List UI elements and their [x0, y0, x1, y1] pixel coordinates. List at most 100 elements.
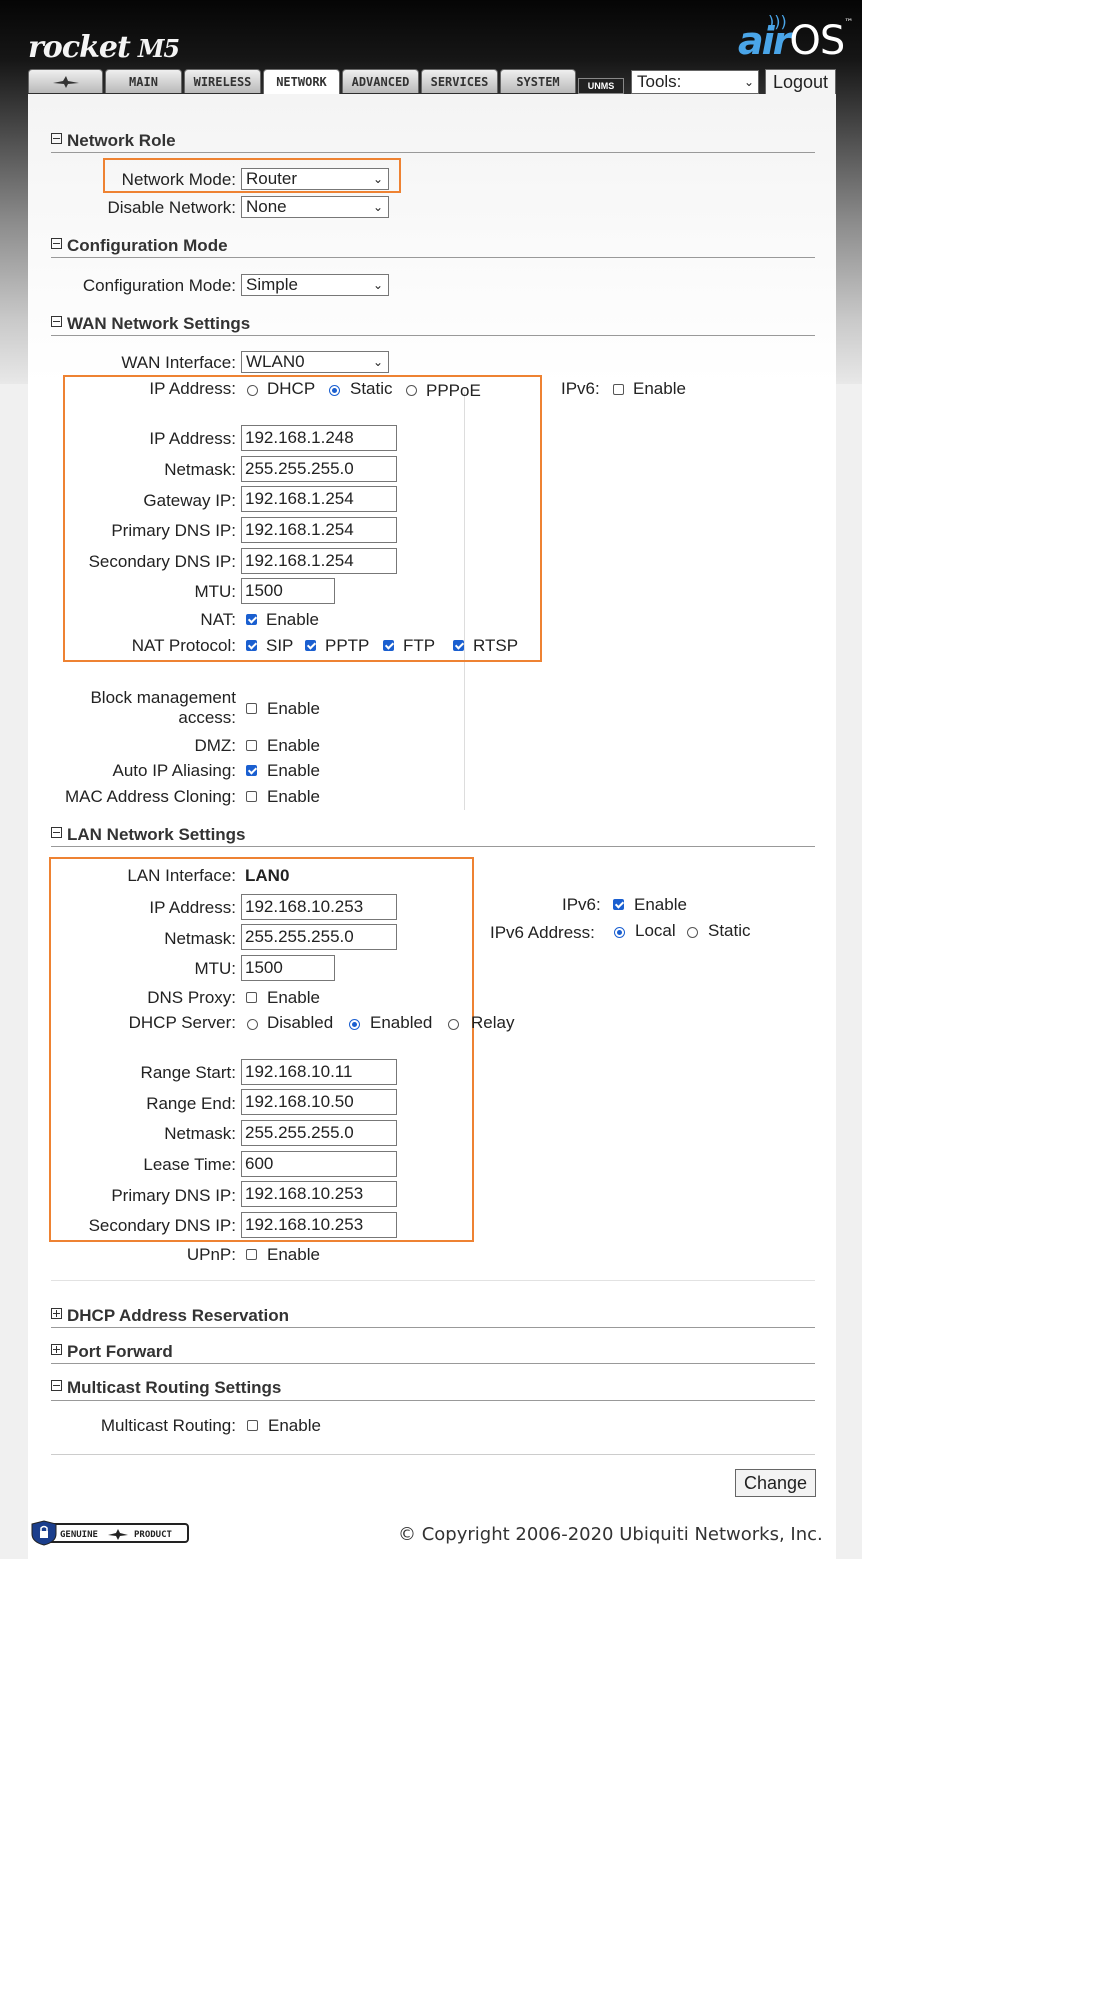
expand-icon	[51, 1344, 62, 1355]
dmz-enable-label: Enable	[267, 736, 320, 755]
multicast-routing-checkbox[interactable]	[247, 1420, 258, 1431]
dhcp-server-label: DHCP Server:	[128, 1013, 236, 1032]
ipv6-static-radio[interactable]	[687, 927, 698, 938]
dhcp-enabled-radio[interactable]	[349, 1019, 360, 1030]
airos-logo: ))) airOS™	[738, 12, 854, 64]
unms-badge[interactable]: UNMS	[578, 78, 624, 94]
section-title: Port Forward	[67, 1342, 173, 1361]
section-dhcp-reservation[interactable]: DHCP Address Reservation	[51, 1306, 289, 1326]
wan-ipv6-checkbox[interactable]	[613, 384, 624, 395]
section-port-forward[interactable]: Port Forward	[51, 1342, 173, 1362]
block-management-checkbox[interactable]	[246, 703, 257, 714]
lan-ipv6-checkbox[interactable]	[613, 899, 624, 910]
lan-dns1-label: Primary DNS IP:	[111, 1186, 236, 1205]
ipv6-local-radio[interactable]	[614, 927, 625, 938]
tools-select[interactable]: Tools: ⌄	[631, 70, 759, 94]
tab-main[interactable]: MAIN	[105, 69, 182, 93]
dhcp-enabled-label: Enabled	[370, 1013, 433, 1032]
upnp-enable-label: Enable	[267, 1245, 320, 1264]
divider	[51, 846, 815, 847]
highlight-network-mode	[103, 158, 401, 193]
disable-network-label: Disable Network:	[107, 198, 237, 217]
tab-network[interactable]: NETWORK	[263, 69, 340, 95]
lease-time-label: Lease Time:	[143, 1155, 236, 1174]
range-start-input[interactable]: 192.168.10.11	[241, 1059, 397, 1085]
select-value: WLAN0	[246, 352, 305, 371]
wifi-icon: )))	[768, 12, 787, 31]
tab-wireless[interactable]: WIRELESS	[184, 69, 261, 93]
divider	[51, 1400, 815, 1401]
lan-dns1-input[interactable]: 192.168.10.253	[241, 1181, 397, 1207]
dmz-checkbox[interactable]	[246, 740, 257, 751]
wan-ipv6-enable-label: Enable	[633, 379, 686, 398]
right-margin	[836, 384, 862, 1559]
select-value: None	[246, 197, 287, 216]
divider	[51, 257, 815, 258]
configuration-mode-label: Configuration Mode:	[82, 276, 236, 295]
dhcp-relay-label: Relay	[471, 1013, 515, 1032]
tab-system[interactable]: SYSTEM	[500, 69, 576, 93]
disable-network-select[interactable]: None ⌄	[241, 196, 389, 218]
divider	[51, 152, 815, 153]
dhcp-disabled-radio[interactable]	[247, 1019, 258, 1030]
lan-interface-value: LAN0	[245, 866, 290, 885]
logout-button[interactable]: Logout	[765, 69, 836, 95]
tab-ubiquiti-logo[interactable]	[28, 69, 103, 93]
tab-services[interactable]: SERVICES	[421, 69, 498, 93]
collapse-icon	[51, 316, 62, 327]
dhcp-relay-radio[interactable]	[448, 1019, 459, 1030]
collapse-icon	[51, 827, 62, 838]
section-title: WAN Network Settings	[67, 314, 251, 333]
badge-right-text: PRODUCT	[134, 1530, 173, 1540]
dhcp-netmask-input[interactable]: 255.255.255.0	[241, 1120, 397, 1146]
change-button[interactable]: Change	[735, 1469, 816, 1497]
section-title: Configuration Mode	[67, 236, 228, 255]
collapse-icon	[51, 238, 62, 249]
dns-proxy-checkbox[interactable]	[246, 992, 257, 1003]
mac-cloning-enable-label: Enable	[267, 787, 320, 806]
mac-cloning-checkbox[interactable]	[246, 791, 257, 802]
collapse-icon	[51, 133, 62, 144]
range-end-input[interactable]: 192.168.10.50	[241, 1089, 397, 1115]
lan-mtu-label: MTU:	[194, 959, 236, 978]
section-wan[interactable]: WAN Network Settings	[51, 314, 250, 334]
chevron-down-icon: ⌄	[372, 200, 383, 214]
main-tabs: MAIN WIRELESS NETWORK ADVANCED SERVICES …	[28, 69, 578, 95]
upnp-checkbox[interactable]	[246, 1249, 257, 1260]
wan-ipv6-label: IPv6:	[561, 379, 600, 398]
dns-proxy-enable-label: Enable	[267, 988, 320, 1007]
multicast-routing-enable-label: Enable	[268, 1416, 321, 1435]
section-configuration-mode[interactable]: Configuration Mode	[51, 236, 228, 256]
dhcp-disabled-label: Disabled	[267, 1013, 334, 1032]
expand-icon	[51, 1308, 62, 1319]
dns-proxy-label: DNS Proxy:	[147, 988, 236, 1007]
lease-time-input[interactable]: 600	[241, 1151, 397, 1177]
range-end-label: Range End:	[146, 1094, 236, 1113]
auto-ip-aliasing-checkbox[interactable]	[246, 765, 257, 776]
auto-ip-aliasing-enable-label: Enable	[267, 761, 320, 780]
lan-interface-label: LAN Interface:	[127, 866, 236, 885]
tools-value: Tools:	[637, 72, 682, 91]
configuration-mode-select[interactable]: Simple ⌄	[241, 274, 389, 296]
section-network-role[interactable]: Network Role	[51, 131, 176, 151]
lan-mtu-input[interactable]: 1500	[241, 955, 335, 981]
divider	[51, 335, 815, 336]
brand-os: OS	[789, 18, 845, 64]
ipv6-address-label: IPv6 Address:	[490, 923, 595, 942]
brand-tm: ™	[844, 18, 854, 28]
highlight-wan-settings	[63, 375, 542, 662]
auto-ip-aliasing-label: Auto IP Aliasing:	[112, 761, 237, 780]
section-lan[interactable]: LAN Network Settings	[51, 825, 246, 845]
lan-netmask-input[interactable]: 255.255.255.0	[241, 924, 397, 950]
lan-dns2-input[interactable]: 192.168.10.253	[241, 1212, 397, 1238]
section-title: DHCP Address Reservation	[67, 1306, 290, 1325]
block-label-line2: access:	[178, 708, 236, 727]
lan-ip-input[interactable]: 192.168.10.253	[241, 894, 397, 920]
wan-interface-select[interactable]: WLAN0 ⌄	[241, 351, 389, 373]
range-start-label: Range Start:	[140, 1063, 236, 1082]
multicast-routing-label: Multicast Routing:	[100, 1416, 236, 1435]
tab-advanced[interactable]: ADVANCED	[342, 69, 419, 93]
ubiquiti-icon	[52, 76, 79, 88]
ipv6-local-label: Local	[635, 921, 676, 940]
section-multicast[interactable]: Multicast Routing Settings	[51, 1378, 281, 1398]
